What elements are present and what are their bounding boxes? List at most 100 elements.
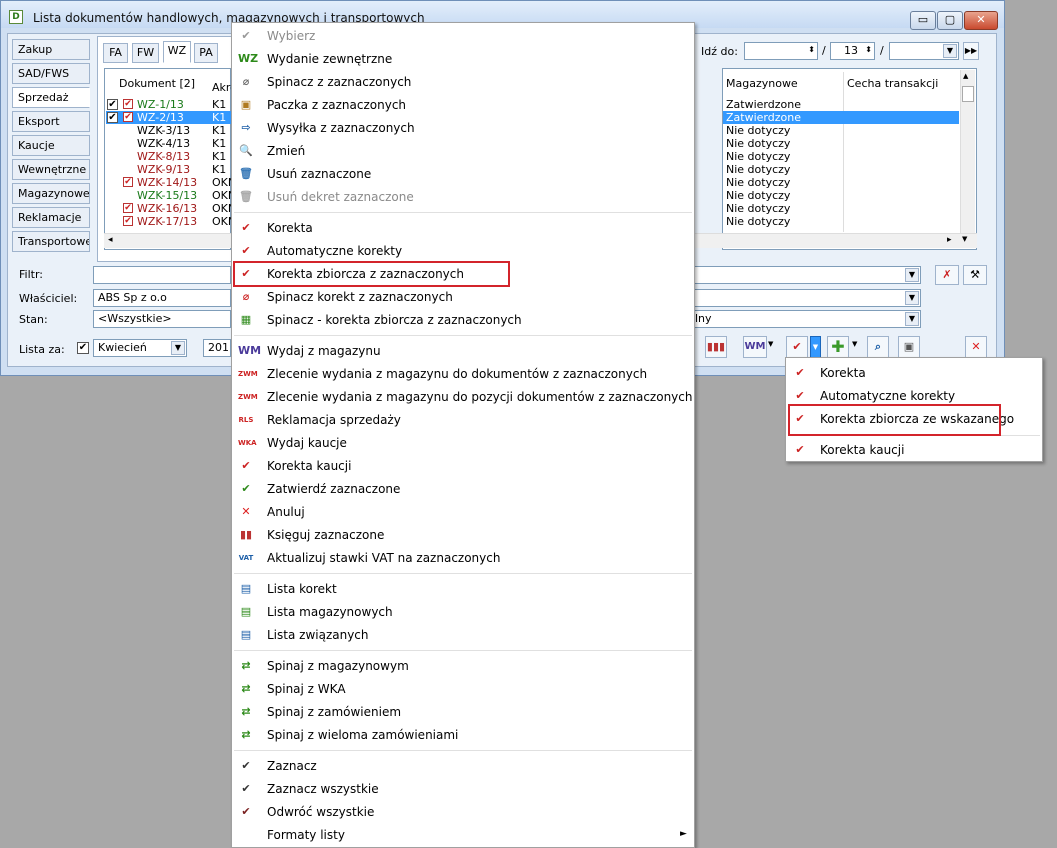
menu-item-0[interactable]: ✔ Wybierz <box>232 25 694 47</box>
menu-item-31[interactable]: ✔ Zaznacz wszystkie <box>232 778 694 800</box>
filter-input[interactable] <box>93 266 231 284</box>
table-row[interactable]: WZK-8/13 K1 <box>106 150 232 163</box>
chevron-down-icon[interactable]: ▼ <box>905 312 919 326</box>
table-row[interactable]: WZK-9/13 K1 <box>106 163 232 176</box>
vertical-scrollbar[interactable]: ▲ <box>960 70 975 234</box>
correction-button[interactable]: ✔ <box>786 336 808 358</box>
filter-settings-button[interactable]: ⚒ <box>963 265 987 285</box>
table-row-right[interactable]: Zatwierdzone <box>723 98 959 111</box>
menu-item-6[interactable]: 🗑 Usuń zaznaczone <box>232 163 694 185</box>
table-row[interactable]: ✔ WZK-16/13 OKN <box>106 202 236 215</box>
menu-item-18[interactable]: ✔ Korekta kaucji <box>232 455 694 477</box>
scroll-up-icon[interactable]: ▲ <box>963 72 968 80</box>
goto-month-spinner[interactable]: 13 ⬍ <box>830 42 875 60</box>
goto-year-combo[interactable]: ▼ <box>889 42 959 60</box>
scroll-thumb[interactable] <box>962 86 974 102</box>
table-row-right[interactable]: Zatwierdzone <box>723 111 959 124</box>
add-button[interactable]: ✚ <box>827 336 849 358</box>
side-tab-0[interactable]: Zakup <box>12 39 90 60</box>
table-row[interactable]: ✔ ✔ WZ-1/13 K1 <box>106 98 232 111</box>
chevron-down-icon[interactable]: ▼ <box>171 341 185 355</box>
month-combo[interactable]: Kwiecień ▼ <box>93 339 187 357</box>
side-tab-7[interactable]: Reklamacje <box>12 207 90 228</box>
spin-arrows-icon[interactable]: ⬍ <box>808 45 815 54</box>
table-row-right[interactable]: Nie dotyczy <box>723 189 959 202</box>
menu-item-25[interactable]: ▤ Lista związanych <box>232 624 694 646</box>
goto-day-spinner[interactable]: ⬍ <box>744 42 818 60</box>
chevron-down-icon[interactable]: ▼ <box>905 268 919 282</box>
scroll-down-icon[interactable]: ▼ <box>962 235 967 243</box>
add-dropdown-icon[interactable]: ▼ <box>852 340 857 348</box>
maximize-button[interactable]: ▢ <box>937 11 963 30</box>
table-row[interactable]: ✔ WZK-14/13 OKN <box>106 176 236 189</box>
menu-item-21[interactable]: ▮▮ Księguj zaznaczone <box>232 524 694 546</box>
scroll-left-icon[interactable]: ◂ <box>108 235 113 245</box>
menu-item-24[interactable]: ▤ Lista magazynowych <box>232 601 694 623</box>
table-row-right[interactable]: Nie dotyczy <box>723 202 959 215</box>
column-header-document[interactable]: Dokument [2] <box>119 77 195 90</box>
minimize-button[interactable]: ▭ <box>910 11 936 30</box>
cancel-button[interactable]: ✕ <box>965 336 987 358</box>
menu-item-27[interactable]: ⇄ Spinaj z WKA <box>232 678 694 700</box>
table-row[interactable]: ✔ WZK-17/13 OKN <box>106 215 236 228</box>
menu-item-12[interactable]: ▦ Spinacz - korekta zbiorcza z zaznaczony… <box>232 309 694 331</box>
state-combo-right[interactable]: lny ▼ <box>690 310 921 328</box>
goto-button[interactable]: ▶▶ <box>963 42 979 60</box>
scroll-right-icon[interactable]: ▸ <box>947 235 952 245</box>
spin-arrows-icon[interactable]: ⬍ <box>865 45 872 54</box>
menu-item-4[interactable]: ⇨ Wysyłka z zaznaczonych <box>232 117 694 139</box>
menu-item-20[interactable]: ✕ Anuluj <box>232 501 694 523</box>
menu-item-5[interactable]: 🔍 Zmień <box>232 140 694 162</box>
tab-wz[interactable]: WZ <box>163 41 191 63</box>
menu-item-22[interactable]: VAT Aktualizuj stawki VAT na zaznaczonych <box>232 547 694 569</box>
menu-item-28[interactable]: ⇄ Spinaj z zamówieniem <box>232 701 694 723</box>
menu-item-7[interactable]: 🗑 Usuń dekret zaznaczone <box>232 186 694 208</box>
side-tab-1[interactable]: SAD/FWS <box>12 63 90 84</box>
menu-item-1[interactable]: WZ Wydanie zewnętrzne <box>232 48 694 70</box>
tab-fw[interactable]: FW <box>132 43 159 63</box>
menu-item-2[interactable]: ⌀ Spinacz z zaznaczonych <box>232 71 694 93</box>
row-checkbox[interactable]: ✔ <box>107 99 118 110</box>
wm-button[interactable]: WM <box>743 336 767 358</box>
owner-combo-right[interactable]: ▼ <box>690 289 921 307</box>
table-row-right[interactable]: Nie dotyczy <box>723 137 959 150</box>
wm-dropdown-icon[interactable]: ▼ <box>768 340 773 348</box>
column-header-cecha[interactable]: Cecha transakcji <box>847 77 938 90</box>
menu-item-19[interactable]: ✔ Zatwierdź zaznaczone <box>232 478 694 500</box>
owner-combo[interactable]: ABS Sp z o.o <box>93 289 231 307</box>
menu-item-8[interactable]: ✔ Korekta <box>232 217 694 239</box>
table-row-right[interactable]: Nie dotyczy <box>723 176 959 189</box>
table-row[interactable]: WZK-15/13 OKN <box>106 189 236 202</box>
filter-clear-button[interactable]: ✗ <box>935 265 959 285</box>
table-row[interactable]: WZK-3/13 K1 <box>106 124 232 137</box>
tab-fa[interactable]: FA <box>103 43 128 63</box>
filter-combo[interactable]: ▼ <box>690 266 921 284</box>
side-tab-3[interactable]: Eksport <box>12 111 90 132</box>
side-tab-6[interactable]: Magazynowe <box>12 183 90 204</box>
chevron-down-icon[interactable]: ▼ <box>943 44 957 58</box>
menu-item-14[interactable]: ZWM Zlecenie wydania z magazynu do dokume… <box>232 363 694 385</box>
close-button[interactable]: ✕ <box>964 11 998 30</box>
menu-item-15[interactable]: ZWM Zlecenie wydania z magazynu do pozycj… <box>232 386 694 408</box>
table-row[interactable]: ✔ ✔ WZ-2/13 K1 <box>106 111 232 124</box>
menu-item-11[interactable]: ⌀ Spinacz korekt z zaznaczonych <box>232 286 694 308</box>
table-row-right[interactable]: Nie dotyczy <box>723 215 959 228</box>
menu-item-13[interactable]: WM Wydaj z magazynu <box>232 340 694 362</box>
table-row-right[interactable]: Nie dotyczy <box>723 124 959 137</box>
search-button[interactable]: ⌕ <box>867 336 889 358</box>
year-combo[interactable]: 201 <box>203 339 231 357</box>
table-row-right[interactable]: Nie dotyczy <box>723 163 959 176</box>
side-tab-8[interactable]: Transportowe <box>12 231 90 252</box>
side-tab-5[interactable]: Wewnętrzne <box>12 159 90 180</box>
delete-button[interactable]: ▣ <box>898 336 920 358</box>
row-checkbox[interactable]: ✔ <box>107 112 118 123</box>
table-row[interactable]: WZK-4/13 K1 <box>106 137 232 150</box>
list-for-checkbox[interactable]: ✔ <box>77 342 89 354</box>
chevron-down-icon[interactable]: ▼ <box>905 291 919 305</box>
menu-item-30[interactable]: ✔ Zaznacz <box>232 755 694 777</box>
correction-dropdown-button[interactable]: ▼ <box>810 336 821 358</box>
table-row-right[interactable]: Nie dotyczy <box>723 150 959 163</box>
ledger-button[interactable]: ▮▮▮ <box>705 336 727 358</box>
menu-item-9[interactable]: ✔ Automatyczne korekty <box>232 240 694 262</box>
menu-item-32[interactable]: ✔ Odwróć wszystkie <box>232 801 694 823</box>
